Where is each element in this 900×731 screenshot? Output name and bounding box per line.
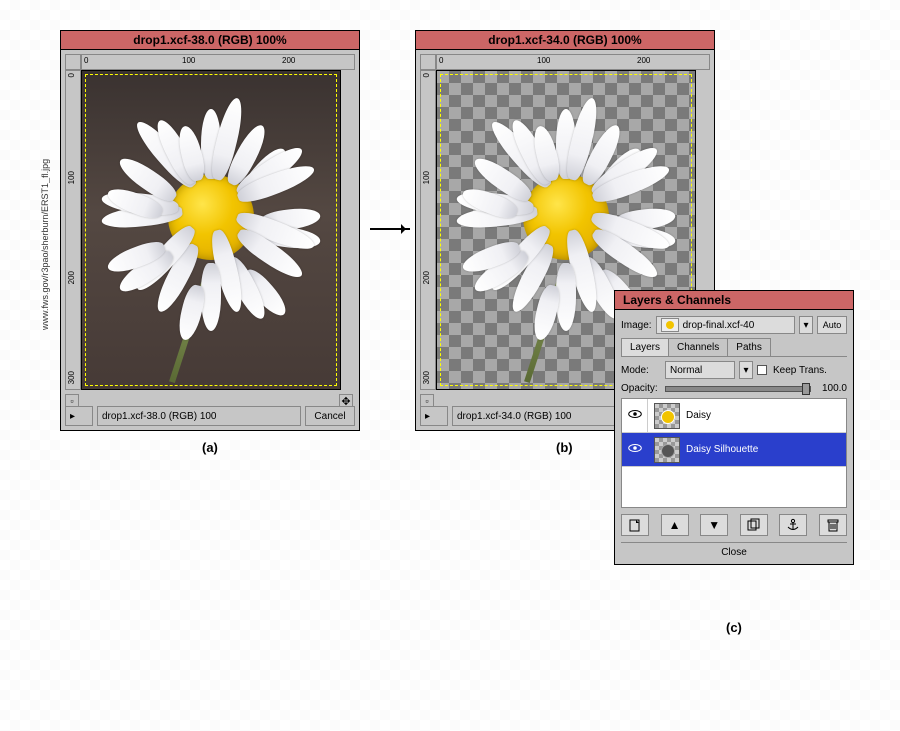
canvas-a[interactable]: [81, 70, 341, 390]
layers-channels-window: Layers & Channels Image: drop-final.xcf-…: [614, 290, 854, 565]
status-main: drop1.xcf-38.0 (RGB) 100: [97, 406, 301, 426]
mode-value: Normal: [670, 365, 702, 376]
mode-label: Mode:: [621, 365, 661, 376]
lower-layer-button[interactable]: ▼: [700, 514, 728, 536]
cancel-button[interactable]: Cancel: [305, 406, 355, 426]
caption-a: (a): [202, 440, 218, 455]
status-coord: ▸: [420, 406, 448, 426]
tab-paths[interactable]: Paths: [727, 338, 771, 356]
ruler-tick: 0: [422, 73, 431, 77]
layer-name[interactable]: Daisy: [686, 410, 711, 421]
auto-button[interactable]: Auto: [817, 316, 847, 334]
layer-buttons: ▲ ▼: [621, 514, 847, 536]
ruler-tick: 300: [422, 371, 431, 384]
titlebar-b[interactable]: drop1.xcf-34.0 (RGB) 100%: [416, 31, 714, 50]
layer-row-daisy[interactable]: Daisy: [622, 399, 846, 433]
visibility-toggle[interactable]: [622, 433, 648, 466]
daisy-flower: [168, 174, 254, 260]
visibility-toggle[interactable]: [622, 399, 648, 432]
slider-knob-icon[interactable]: [802, 383, 810, 395]
ruler-tick: 100: [67, 171, 76, 184]
duplicate-layer-button[interactable]: [740, 514, 768, 536]
layer-thumbnail: [654, 403, 680, 429]
image-label: Image:: [621, 320, 652, 331]
keep-trans-label: Keep Trans.: [773, 365, 827, 376]
ruler-tick: 200: [282, 56, 295, 65]
ruler-tick: 300: [67, 371, 76, 384]
image-thumb-icon: [661, 318, 679, 332]
anchor-layer-button[interactable]: [779, 514, 807, 536]
tab-layers[interactable]: Layers: [621, 338, 669, 356]
ruler-tick: 200: [67, 271, 76, 284]
eye-icon: [628, 409, 642, 422]
ruler-tick: 100: [182, 56, 195, 65]
daisy-flower: [523, 174, 609, 260]
layer-name[interactable]: Daisy Silhouette: [686, 444, 758, 455]
keep-trans-checkbox[interactable]: [757, 365, 767, 375]
ruler-tick: 0: [67, 73, 76, 77]
titlebar-layers[interactable]: Layers & Channels: [615, 291, 853, 310]
ruler-origin[interactable]: [65, 54, 81, 70]
eye-icon: [628, 443, 642, 456]
ruler-tick: 0: [84, 56, 88, 65]
titlebar-a[interactable]: drop1.xcf-38.0 (RGB) 100%: [61, 31, 359, 50]
opacity-label: Opacity:: [621, 383, 661, 394]
ruler-origin[interactable]: [420, 54, 436, 70]
image-name: drop-final.xcf-40: [683, 320, 755, 331]
raise-layer-button[interactable]: ▲: [661, 514, 689, 536]
ruler-horizontal[interactable]: 0 100 200: [81, 54, 355, 70]
ruler-tick: 100: [537, 56, 550, 65]
status-coord: ▸: [65, 406, 93, 426]
delete-layer-button[interactable]: [819, 514, 847, 536]
arrow-icon: [370, 228, 410, 230]
close-button[interactable]: Close: [621, 542, 847, 558]
caption-b: (b): [556, 440, 573, 455]
ruler-tick: 100: [422, 171, 431, 184]
layer-thumbnail: [654, 437, 680, 463]
ruler-horizontal[interactable]: 0 100 200: [436, 54, 710, 70]
image-window-a: drop1.xcf-38.0 (RGB) 100% 0 100 200 0 10…: [60, 30, 360, 431]
tab-channels[interactable]: Channels: [668, 338, 728, 356]
image-selector[interactable]: drop-final.xcf-40: [656, 316, 795, 334]
tab-row: Layers Channels Paths: [621, 338, 847, 357]
layer-row-silhouette[interactable]: Daisy Silhouette: [622, 433, 846, 467]
new-layer-button[interactable]: [621, 514, 649, 536]
ruler-tick: 200: [637, 56, 650, 65]
ruler-vertical[interactable]: 0 100 200 300: [65, 70, 81, 390]
ruler-tick: 0: [439, 56, 443, 65]
mode-selector[interactable]: Normal: [665, 361, 735, 379]
dropdown-handle-icon[interactable]: ▾: [799, 316, 813, 334]
caption-c: (c): [726, 620, 742, 635]
image-credit: www.fws.gov/r3pao/sherburn/ERST1_fl.jpg: [40, 110, 52, 330]
opacity-value: 100.0: [815, 383, 847, 394]
opacity-slider[interactable]: [665, 386, 811, 392]
layer-list: Daisy Daisy Silhouette: [621, 398, 847, 508]
ruler-vertical[interactable]: 0 100 200 300: [420, 70, 436, 390]
ruler-tick: 200: [422, 271, 431, 284]
dropdown-handle-icon[interactable]: ▾: [739, 361, 753, 379]
